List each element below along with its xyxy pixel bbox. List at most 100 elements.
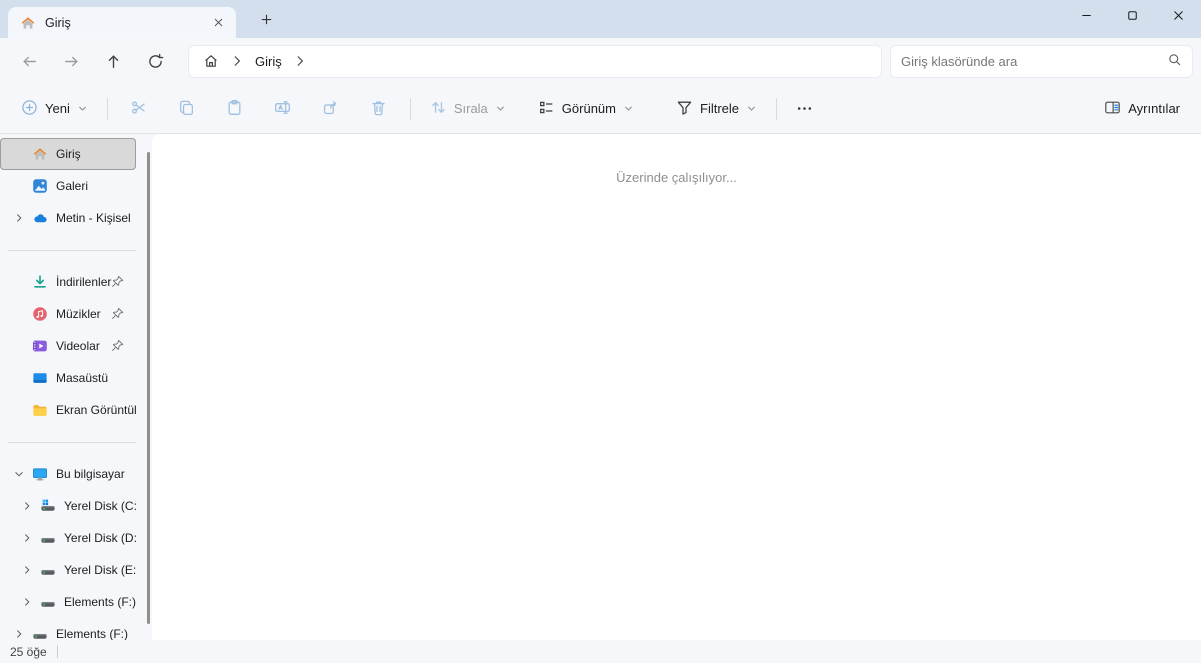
sidebar-item[interactable]: Yerel Disk (C:) — [0, 490, 136, 522]
toolbar-edit-group — [122, 92, 396, 126]
paste-button[interactable] — [218, 92, 252, 126]
chevron-right-icon[interactable] — [6, 212, 32, 224]
sidebar-item[interactable]: Müzikler — [0, 298, 136, 330]
sidebar-item-label: Metin - Kişisel — [56, 211, 131, 225]
breadcrumb-crumb[interactable]: Giriş — [247, 48, 290, 74]
chevron-right-icon[interactable] — [14, 532, 40, 544]
copy-button[interactable] — [170, 92, 204, 126]
sidebar-item-label: Elements (F:) — [64, 595, 136, 609]
chevron-down-icon — [623, 103, 634, 114]
maximize-button[interactable] — [1109, 0, 1155, 31]
chevron-down-icon — [746, 103, 757, 114]
sidebar-item[interactable]: İndirilenler — [0, 266, 136, 298]
sidebar-item[interactable]: Yerel Disk (E:) — [0, 554, 136, 586]
drive-icon — [32, 626, 48, 640]
refresh-button[interactable] — [138, 44, 172, 78]
home-icon — [20, 15, 36, 31]
window-controls — [1063, 0, 1201, 31]
chevron-right-icon[interactable] — [14, 564, 40, 576]
command-toolbar: Yeni Sırala Görünüm Filtrele Ayrıntılar — [0, 84, 1201, 134]
sidebar-separator — [8, 442, 136, 443]
filter-icon — [676, 99, 693, 119]
chevron-down-icon[interactable] — [6, 468, 32, 480]
navigation-bar: Giriş — [0, 38, 1201, 84]
drive-icon — [40, 530, 56, 546]
paste-icon — [226, 99, 243, 119]
back-button[interactable] — [12, 44, 46, 78]
chevron-right-icon[interactable] — [290, 48, 310, 74]
pin-icon — [111, 307, 124, 320]
toolbar-divider — [409, 97, 411, 120]
sidebar-separator — [8, 250, 136, 251]
sidebar-item[interactable]: Masaüstü — [0, 362, 136, 394]
sidebar-item-label: Yerel Disk (C:) — [64, 499, 136, 513]
delete-button[interactable] — [362, 92, 396, 126]
sidebar-item-label: Masaüstü — [56, 371, 109, 385]
status-divider — [56, 645, 58, 658]
new-button-label: Yeni — [45, 101, 70, 116]
toolbar-divider — [776, 97, 778, 120]
video-icon — [32, 338, 48, 354]
view-icon — [538, 99, 555, 119]
sidebar-item-label: Bu bilgisayar — [56, 467, 125, 481]
chevron-right-icon[interactable] — [14, 500, 40, 512]
search-input[interactable] — [901, 53, 1167, 69]
up-button[interactable] — [96, 44, 130, 78]
pin-icon — [111, 275, 124, 288]
sidebar-item-label: İndirilenler — [56, 275, 112, 289]
search-icon — [1167, 52, 1182, 70]
breadcrumb-home-icon[interactable] — [195, 48, 227, 74]
sidebar-scrollbar[interactable] — [147, 152, 150, 624]
tab-giris[interactable]: Giriş — [8, 7, 236, 38]
minimize-button[interactable] — [1063, 0, 1109, 31]
cut-button[interactable] — [122, 92, 156, 126]
share-icon — [322, 99, 339, 119]
close-button[interactable] — [1155, 0, 1201, 31]
address-bar[interactable]: Giriş — [188, 44, 882, 78]
sidebar-item[interactable]: Ekran Görüntüle — [0, 394, 136, 426]
folder-icon — [32, 402, 48, 418]
sidebar-item[interactable]: Giriş — [0, 138, 136, 170]
view-button[interactable]: Görünüm — [529, 92, 643, 126]
music-icon — [32, 306, 48, 322]
more-button[interactable] — [787, 92, 821, 126]
sort-button[interactable]: Sırala — [421, 92, 515, 126]
plus-circle-icon — [21, 99, 38, 119]
pin-icon — [111, 339, 124, 352]
download-icon — [32, 274, 48, 290]
filter-button[interactable]: Filtrele — [667, 92, 766, 126]
sidebar-item[interactable]: Yerel Disk (D:) — [0, 522, 136, 554]
filter-button-label: Filtrele — [700, 101, 740, 116]
sidebar-item[interactable]: Videolar — [0, 330, 136, 362]
details-pane-icon — [1104, 99, 1121, 119]
sort-icon — [430, 99, 447, 119]
file-list-pane[interactable]: Üzerinde çalışılıyor... — [152, 134, 1201, 640]
rename-button[interactable] — [266, 92, 300, 126]
item-count: 25 öğe — [10, 644, 47, 659]
sidebar-item-label: Galeri — [56, 179, 89, 193]
delete-icon — [370, 99, 387, 119]
sidebar-item[interactable]: Metin - Kişisel — [0, 202, 136, 234]
share-button[interactable] — [314, 92, 348, 126]
details-toggle-button[interactable]: Ayrıntılar — [1095, 92, 1189, 126]
sidebar-item[interactable]: Elements (F:) — [0, 586, 136, 618]
sidebar-item[interactable]: Galeri — [0, 170, 136, 202]
drive-windows-icon — [40, 498, 56, 514]
explorer-body: Giriş Galeri Metin - Kişisel İndirilenler Mü… — [0, 134, 1201, 640]
file-explorer-window: Giriş Giriş Yeni — [0, 0, 1201, 663]
rename-icon — [274, 99, 291, 119]
tab-label: Giriş — [45, 15, 71, 30]
new-button[interactable]: Yeni — [12, 92, 97, 126]
sidebar-item[interactable]: Bu bilgisayar — [0, 458, 136, 490]
sidebar-item-label: Videolar — [56, 339, 100, 353]
chevron-right-icon[interactable] — [227, 48, 247, 74]
tab-close-button[interactable] — [206, 11, 230, 35]
chevron-down-icon — [495, 103, 506, 114]
sidebar-item[interactable]: Elements (F:) — [0, 618, 136, 640]
search-box[interactable] — [890, 44, 1193, 78]
forward-button[interactable] — [54, 44, 88, 78]
chevron-right-icon[interactable] — [6, 628, 32, 640]
new-tab-button[interactable] — [252, 5, 280, 33]
details-button-label: Ayrıntılar — [1128, 101, 1180, 116]
chevron-right-icon[interactable] — [14, 596, 40, 608]
